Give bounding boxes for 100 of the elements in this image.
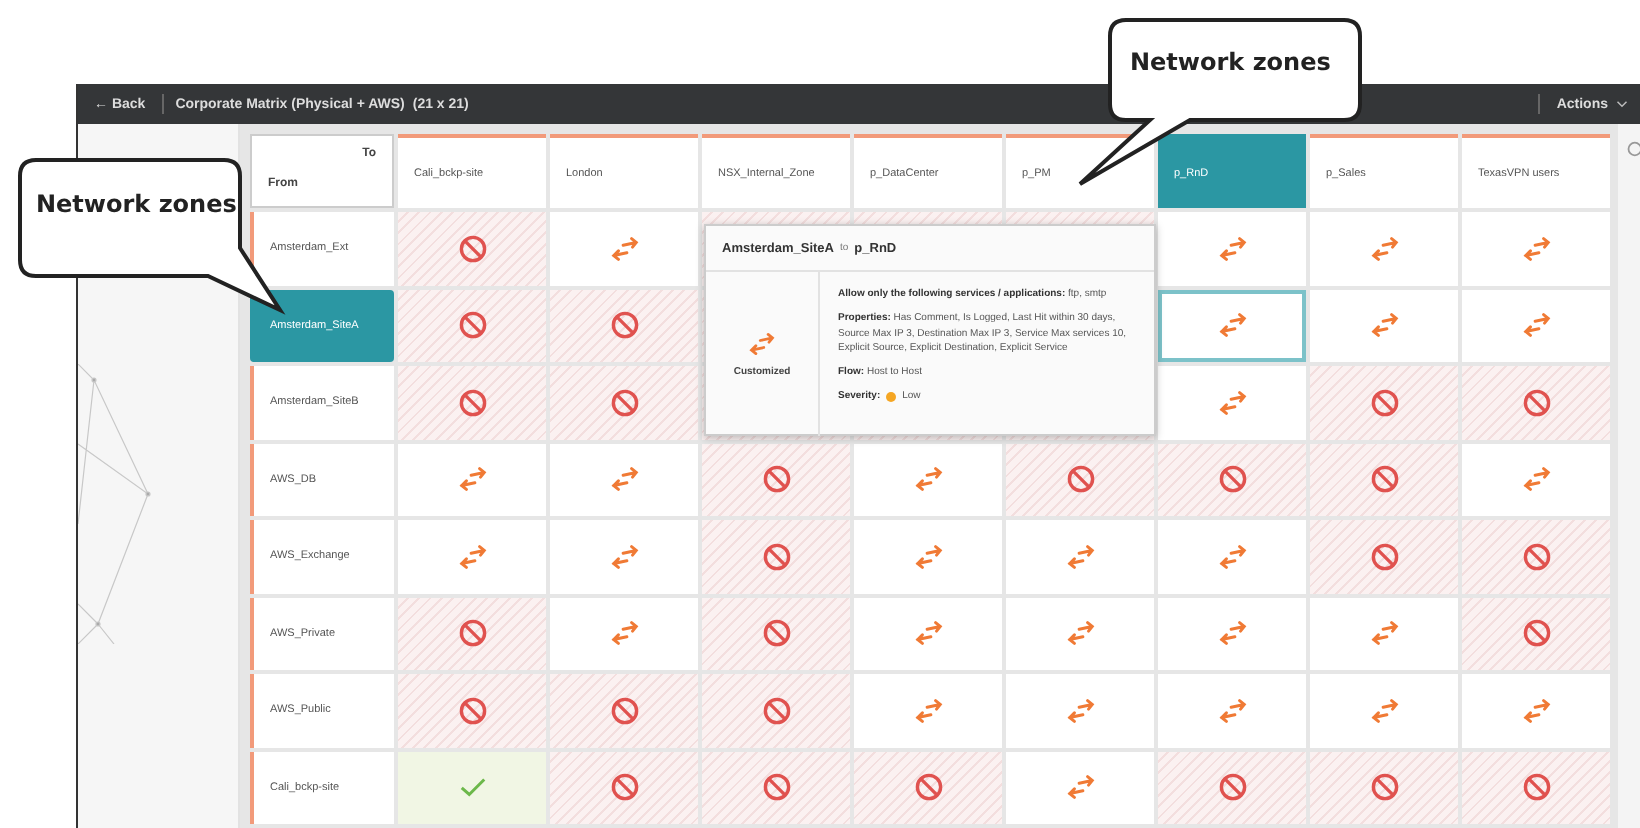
bidirectional-arrows-icon — [1217, 387, 1247, 418]
matrix-cell[interactable] — [398, 366, 546, 439]
matrix-cell[interactable] — [1310, 674, 1458, 747]
bidirectional-arrows-icon — [1369, 233, 1399, 264]
matrix-cell[interactable] — [1310, 289, 1458, 362]
matrix-cell[interactable] — [702, 443, 850, 516]
matrix-cell[interactable] — [550, 674, 698, 747]
matrix-cell[interactable] — [550, 212, 698, 285]
matrix-cell[interactable] — [398, 674, 546, 747]
matrix-cell[interactable] — [398, 751, 546, 824]
bidirectional-arrows-icon — [1521, 464, 1551, 495]
callout-text: Network zones — [1130, 48, 1331, 76]
matrix-cell[interactable] — [1462, 212, 1610, 285]
blocked-icon — [1521, 387, 1551, 418]
matrix-cell[interactable] — [550, 443, 698, 516]
matrix-cell[interactable] — [854, 597, 1002, 670]
matrix-cell[interactable] — [702, 751, 850, 824]
matrix-cell[interactable] — [1006, 443, 1154, 516]
matrix-cell[interactable] — [1158, 597, 1306, 670]
blocked-icon — [1521, 772, 1551, 803]
matrix-cell[interactable] — [550, 520, 698, 593]
caret-icon — [1616, 100, 1628, 108]
matrix-cell[interactable] — [1310, 751, 1458, 824]
matrix-cell[interactable] — [398, 597, 546, 670]
blocked-icon — [761, 618, 791, 649]
blocked-icon — [457, 695, 487, 726]
bidirectional-arrows-icon — [1065, 541, 1095, 572]
matrix-cell[interactable] — [1006, 597, 1154, 670]
matrix-cell[interactable] — [1310, 212, 1458, 285]
matrix-cell[interactable] — [398, 520, 546, 593]
severity-dot — [886, 391, 897, 402]
matrix-cell[interactable] — [702, 520, 850, 593]
matrix-cell[interactable] — [550, 597, 698, 670]
matrix-cell[interactable] — [550, 289, 698, 362]
matrix-cell[interactable] — [550, 751, 698, 824]
bidirectional-arrows-icon — [1217, 618, 1247, 649]
blocked-icon — [609, 387, 639, 418]
blocked-icon — [761, 772, 791, 803]
bidirectional-arrows-icon — [1217, 695, 1247, 726]
matrix-cell[interactable] — [1158, 520, 1306, 593]
bidirectional-arrows-icon — [1065, 772, 1095, 803]
matrix-cell[interactable] — [854, 443, 1002, 516]
bidirectional-arrows-icon — [913, 618, 943, 649]
matrix-cell[interactable] — [854, 520, 1002, 593]
blocked-icon — [1369, 464, 1399, 495]
bidirectional-arrows-icon — [609, 618, 639, 649]
matrix-cell[interactable] — [1158, 674, 1306, 747]
matrix-cell[interactable] — [398, 443, 546, 516]
bidirectional-arrows-icon — [913, 464, 943, 495]
matrix-cell[interactable] — [1158, 366, 1306, 439]
bidirectional-arrows-icon — [609, 541, 639, 572]
matrix-cell[interactable] — [1462, 597, 1610, 670]
matrix-cell[interactable] — [1158, 751, 1306, 824]
matrix-cell[interactable] — [702, 597, 850, 670]
bidirectional-arrows-icon — [913, 541, 943, 572]
matrix-cell[interactable] — [1310, 520, 1458, 593]
matrix-cell[interactable] — [398, 212, 546, 285]
blocked-icon — [1217, 464, 1247, 495]
matrix-cell[interactable] — [398, 289, 546, 362]
bidirectional-arrows-icon — [1521, 233, 1551, 264]
blocked-icon — [609, 310, 639, 341]
matrix-cell[interactable] — [1310, 597, 1458, 670]
bidirectional-arrows-icon — [748, 330, 776, 358]
bidirectional-arrows-icon — [1217, 233, 1247, 264]
bidirectional-arrows-icon — [1369, 695, 1399, 726]
matrix-cell[interactable] — [1462, 674, 1610, 747]
matrix-cell[interactable] — [550, 366, 698, 439]
matrix-cell[interactable] — [1462, 751, 1610, 824]
bidirectional-arrows-icon — [1217, 541, 1247, 572]
matrix-cell[interactable] — [1310, 443, 1458, 516]
matrix-cell[interactable] — [1462, 520, 1610, 593]
matrix-cell[interactable] — [854, 674, 1002, 747]
bidirectional-arrows-icon — [1521, 695, 1551, 726]
matrix-cell[interactable] — [854, 751, 1002, 824]
bidirectional-arrows-icon — [609, 233, 639, 264]
matrix-cell[interactable] — [1462, 366, 1610, 439]
bidirectional-arrows-icon — [457, 541, 487, 572]
bidirectional-arrows-icon — [1217, 310, 1247, 341]
blocked-icon — [609, 772, 639, 803]
blocked-icon — [457, 233, 487, 264]
matrix-cell[interactable] — [1462, 443, 1610, 516]
matrix-cell[interactable] — [1310, 366, 1458, 439]
matrix-cell[interactable] — [1006, 751, 1154, 824]
blocked-icon — [761, 541, 791, 572]
matrix-cell[interactable] — [1006, 674, 1154, 747]
matrix-cell[interactable] — [1158, 443, 1306, 516]
blocked-icon — [457, 310, 487, 341]
matrix-cell[interactable] — [702, 674, 850, 747]
blocked-icon — [1369, 387, 1399, 418]
matrix-cell[interactable] — [1158, 212, 1306, 285]
matrix-cell[interactable] — [1158, 289, 1306, 362]
matrix-cell[interactable] — [1006, 520, 1154, 593]
bidirectional-arrows-icon — [1521, 310, 1551, 341]
bidirectional-arrows-icon — [913, 695, 943, 726]
bidirectional-arrows-icon — [1065, 695, 1095, 726]
blocked-icon — [457, 387, 487, 418]
callout-text: Network zones — [36, 190, 237, 218]
blocked-icon — [913, 772, 943, 803]
matrix-cell[interactable] — [1462, 289, 1610, 362]
bidirectional-arrows-icon — [457, 464, 487, 495]
